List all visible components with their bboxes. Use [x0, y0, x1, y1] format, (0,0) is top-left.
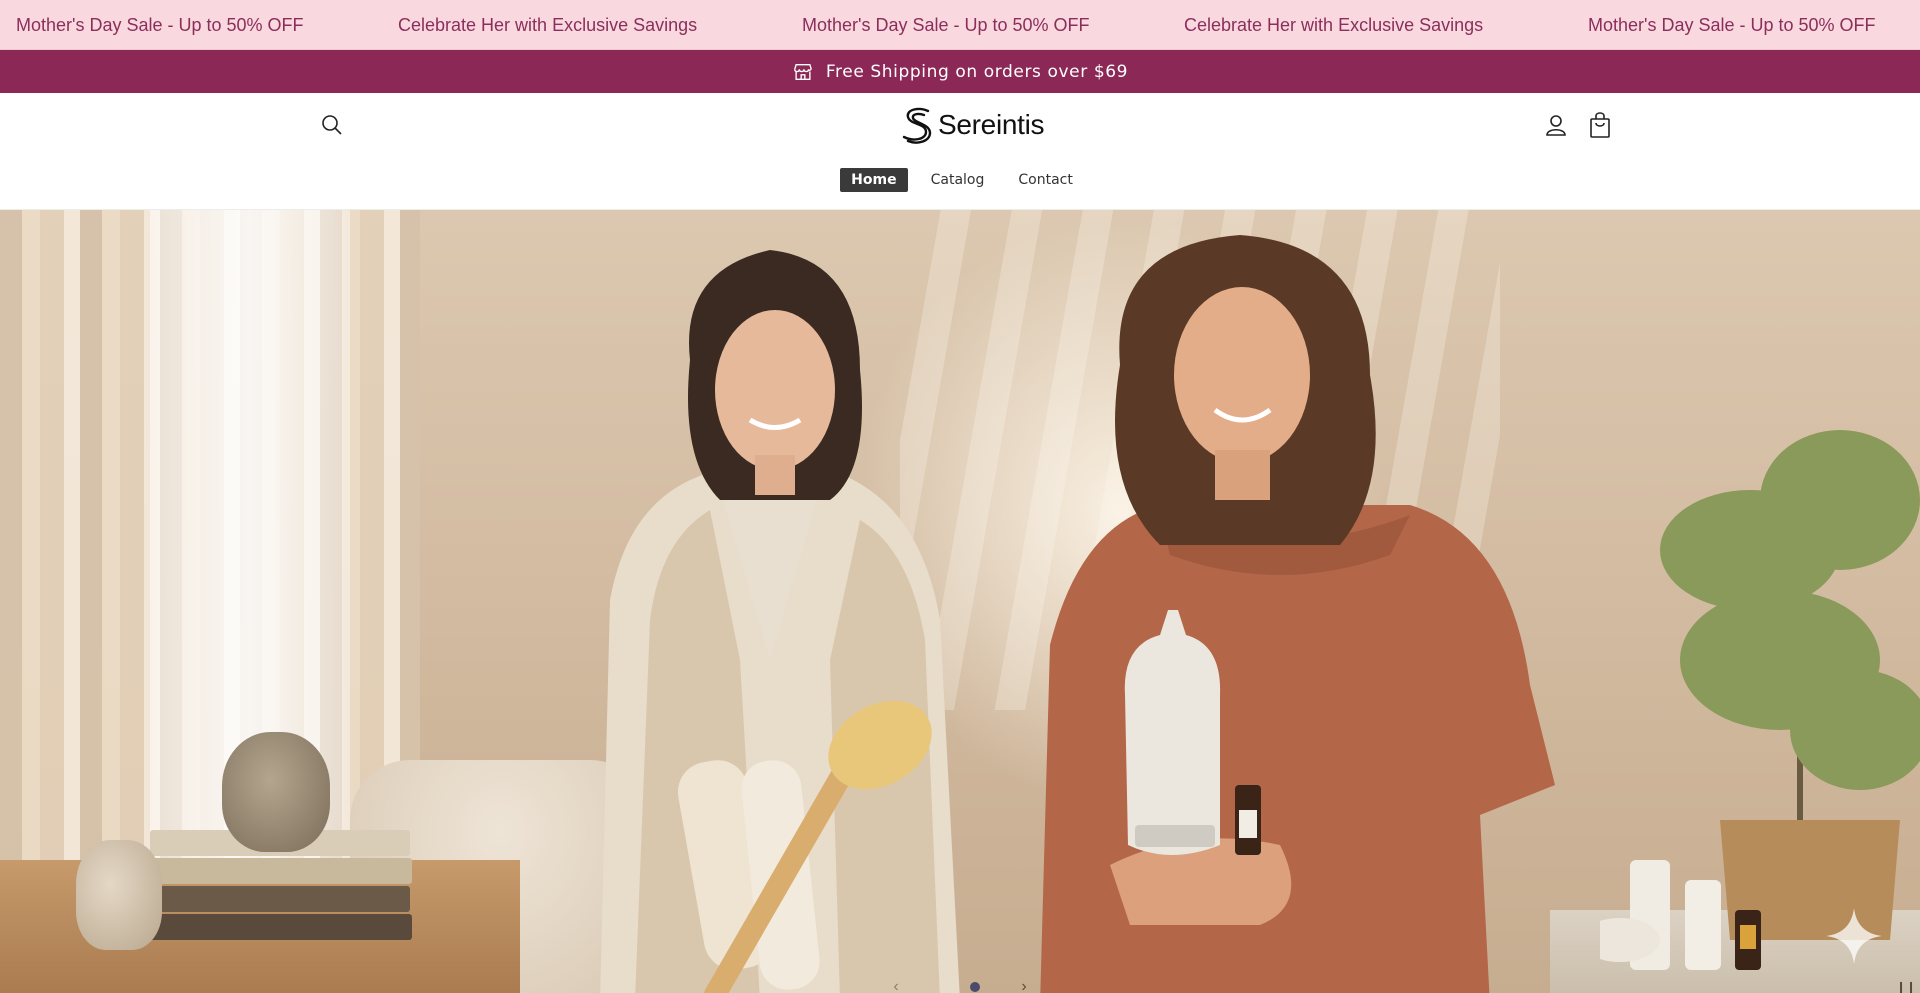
hero-jug — [76, 840, 162, 950]
slider-prev-button[interactable]: ‹ — [888, 978, 904, 993]
account-icon[interactable] — [1542, 111, 1570, 139]
hero-model-left — [600, 250, 960, 993]
slider-pause-button[interactable]: ❙❙ — [1896, 980, 1916, 993]
nav-item-contact[interactable]: Contact — [1007, 168, 1083, 192]
store-icon — [793, 63, 812, 80]
hero-vase — [222, 732, 330, 852]
shipping-text: Free Shipping on orders over $69 — [825, 61, 1129, 82]
main-navigation: Home Catalog Contact — [0, 167, 1920, 193]
marquee-item: Celebrate Her with Exclusive Savings — [1184, 15, 1484, 35]
logo-s-mark-icon — [902, 107, 932, 144]
nav-item-catalog[interactable]: Catalog — [920, 168, 996, 192]
hero-model-right — [1040, 235, 1555, 993]
brand-logo[interactable]: Sereintis — [898, 105, 1045, 145]
sparkle-icon — [1826, 908, 1882, 964]
slider-next-button[interactable]: › — [1016, 978, 1032, 993]
hero-book — [142, 858, 412, 884]
site-header: Sereintis Home Catalog Contact — [0, 93, 1920, 210]
marquee-track: Mother's Day Sale - Up to 50% OFF Celebr… — [0, 0, 1920, 49]
hero-book — [154, 886, 410, 912]
shipping-announcement-bar: Free Shipping on orders over $69 — [0, 50, 1920, 93]
hero-slideshow: ‹ › ❙❙ — [0, 210, 1920, 993]
marquee-item: Mother's Day Sale - Up to 50% OFF — [802, 15, 1090, 35]
hero-olive-plant — [1600, 430, 1920, 970]
slider-dot[interactable] — [970, 982, 980, 992]
cart-icon[interactable] — [1586, 110, 1614, 140]
marquee-item: Celebrate Her with Exclusive Savings — [398, 15, 698, 35]
hero-book — [146, 914, 412, 940]
nav-item-home[interactable]: Home — [840, 168, 908, 192]
announcement-marquee: Mother's Day Sale - Up to 50% OFF Celebr… — [0, 0, 1920, 50]
search-icon[interactable] — [318, 111, 346, 139]
marquee-item: Mother's Day Sale - Up to 50% OFF — [1588, 15, 1876, 35]
brand-name: Sereintis — [938, 109, 1045, 140]
marquee-item: Mother's Day Sale - Up to 50% OFF — [16, 15, 304, 35]
